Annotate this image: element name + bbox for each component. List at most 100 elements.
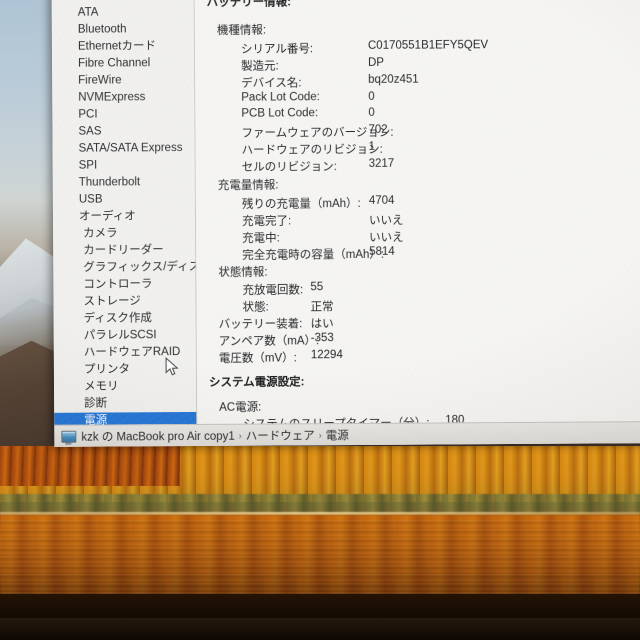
sidebar-item-storage[interactable]: ストレージ — [53, 293, 196, 311]
sidebar-item-label: ハードウェアRAID — [83, 346, 181, 359]
breadcrumb-level3[interactable]: 電源 — [326, 427, 349, 443]
sidebar-item-label: カメラ — [83, 227, 118, 240]
row-hardware-revision-label: ハードウェアのリビジョン: — [241, 143, 383, 157]
sidebar-item-diagnostics[interactable]: 診断 — [54, 395, 197, 413]
sidebar-item-disc-burning[interactable]: ディスク作成 — [54, 310, 197, 328]
row-remaining-charge-value: 4704 — [368, 194, 395, 207]
row-remaining-charge-label: 残りの充電量（mAh）: — [241, 197, 361, 211]
sidebar[interactable]: ▼ハードウェア ATA Bluetooth Ethernetカード Fibre … — [51, 0, 198, 425]
wallpaper-water-ripples — [0, 520, 640, 598]
ac-power-heading: AC電源: — [219, 401, 262, 414]
sidebar-item-hardware-raid[interactable]: ハードウェアRAID — [54, 344, 197, 362]
row-cycle-count-label: 充放電回数: — [242, 284, 304, 297]
breadcrumb[interactable]: kzk の MacBook pro Air copy1 › ハードウェア › 電… — [54, 421, 640, 447]
sidebar-item-nvmexpress[interactable]: NVMExpress — [52, 89, 195, 107]
row-charging-value: いいえ — [369, 231, 404, 244]
sidebar-item-label: SPI — [78, 159, 98, 172]
sidebar-item-sata[interactable]: SATA/SATA Express — [53, 140, 196, 158]
row-full-charge-capacity-value: 5814 — [369, 245, 395, 258]
disclosure-triangle-icon[interactable]: ▼ — [59, 0, 68, 4]
sidebar-item-label: USB — [78, 193, 103, 206]
row-voltage-label: 電圧数（mV）: — [218, 352, 297, 365]
sidebar-item-label: 診断 — [84, 397, 108, 410]
screen-bezel-glow — [0, 618, 640, 640]
sidebar-item-label: Fibre Channel — [78, 57, 151, 70]
row-serial-number-label: シリアル番号: — [240, 43, 314, 56]
breadcrumb-level2[interactable]: ハードウェア — [246, 427, 315, 443]
row-cell-revision-label: セルのリビジョン: — [241, 161, 337, 174]
sidebar-item-printer[interactable]: プリンタ — [54, 361, 197, 379]
row-condition-label: 状態: — [242, 301, 269, 314]
sidebar-item-memory[interactable]: メモリ — [54, 378, 197, 396]
row-battery-installed-value: はい — [310, 318, 334, 331]
sidebar-item-ethernet-card[interactable]: Ethernetカード — [52, 38, 195, 56]
sidebar-item-label: 電源 — [84, 414, 108, 425]
sidebar-item-firewire[interactable]: FireWire — [52, 72, 195, 90]
sidebar-item-label: ATA — [77, 6, 99, 19]
breadcrumb-root[interactable]: kzk の MacBook pro Air copy1 — [81, 428, 235, 445]
sidebar-item-label: Bluetooth — [77, 23, 127, 36]
sidebar-item-graphics-displays[interactable]: グラフィックス/ディス… — [53, 259, 197, 277]
row-amperage-value: -353 — [310, 332, 334, 345]
sidebar-item-label: オーディオ — [78, 210, 136, 223]
sidebar-item-label: SATA/SATA Express — [78, 142, 183, 155]
row-pack-lot-code-value: 0 — [368, 90, 375, 103]
status-information-heading: 状態情報: — [218, 266, 268, 279]
sidebar-item-usb[interactable]: USB — [53, 191, 196, 209]
row-cell-revision-value: 3217 — [368, 157, 395, 170]
system-power-settings-heading: システム電源設定: — [208, 376, 305, 389]
breadcrumb-separator-icon: › — [238, 430, 242, 441]
sidebar-item-parallel-scsi[interactable]: パラレルSCSI — [54, 327, 197, 345]
row-full-charge-capacity-label: 完全充電時の容量（mAh）: — [242, 248, 385, 262]
sidebar-item-label: ディスク作成 — [83, 312, 152, 325]
sidebar-item-ata[interactable]: ATA — [52, 4, 195, 22]
sidebar-item-label: FireWire — [78, 74, 122, 87]
row-pcb-lot-code-value: 0 — [368, 106, 375, 119]
sidebar-item-controller[interactable]: コントローラ — [53, 276, 196, 294]
charge-information-heading: 充電量情報: — [217, 179, 279, 192]
sidebar-item-power[interactable]: 電源 — [54, 411, 198, 425]
sidebar-item-fibre-channel[interactable]: Fibre Channel — [52, 55, 195, 73]
row-firmware-version-value: 702 — [368, 123, 388, 136]
sidebar-item-label: PCI — [78, 108, 98, 121]
sidebar-item-audio[interactable]: オーディオ — [53, 208, 196, 226]
row-device-name-value: bq20z451 — [368, 73, 419, 86]
content-pane: バッテリー情報: 機種情報: シリアル番号: C0170551B1EFY5QEV… — [194, 0, 640, 424]
sidebar-item-card-reader[interactable]: カードリーダー — [53, 242, 196, 260]
row-device-name-label: デバイス名: — [241, 77, 302, 90]
sidebar-item-bluetooth[interactable]: Bluetooth — [52, 21, 195, 39]
sidebar-group-label: ハードウェア — [68, 0, 137, 2]
sidebar-item-label: ストレージ — [83, 295, 141, 308]
row-hardware-revision-value: 1 — [368, 140, 376, 153]
sidebar-item-label: コントローラ — [83, 278, 153, 291]
sidebar-item-sas[interactable]: SAS — [52, 123, 195, 141]
photographed-screen: ▼ハードウェア ATA Bluetooth Ethernetカード Fibre … — [0, 0, 640, 640]
sidebar-item-label: Thunderbolt — [78, 176, 141, 189]
sidebar-item-label: メモリ — [83, 380, 119, 393]
sidebar-item-label: NVMExpress — [78, 91, 146, 104]
sidebar-item-label: Ethernetカード — [77, 40, 156, 53]
wallpaper-shrubs — [0, 494, 640, 514]
sidebar-item-pci[interactable]: PCI — [52, 106, 195, 124]
row-manufacturer-value: DP — [368, 56, 385, 69]
row-battery-installed-label: バッテリー装着: — [218, 318, 303, 331]
sidebar-item-spi[interactable]: SPI — [53, 157, 196, 175]
row-cycle-count-value: 55 — [310, 281, 324, 294]
breadcrumb-separator-icon: › — [318, 430, 322, 441]
computer-icon — [61, 430, 77, 443]
system-information-window[interactable]: ▼ハードウェア ATA Bluetooth Ethernetカード Fibre … — [51, 0, 640, 447]
model-information-heading: 機種情報: — [216, 24, 267, 37]
wallpaper-treeline-shadow — [0, 446, 180, 486]
sidebar-item-label: プリンタ — [83, 363, 130, 376]
row-condition-value: 正常 — [310, 301, 334, 314]
sidebar-item-label: カードリーダー — [83, 244, 164, 257]
row-serial-number-value: C0170551B1EFY5QEV — [367, 39, 489, 52]
row-charging-label: 充電中: — [242, 232, 280, 245]
sidebar-item-camera[interactable]: カメラ — [53, 225, 196, 243]
sidebar-item-label: パラレルSCSI — [83, 329, 157, 342]
row-manufacturer-label: 製造元: — [241, 60, 279, 73]
battery-information-heading: バッテリー情報: — [206, 0, 292, 9]
sidebar-item-thunderbolt[interactable]: Thunderbolt — [53, 174, 196, 192]
sidebar-item-label: SAS — [78, 125, 102, 138]
row-fully-charged-value: いいえ — [368, 214, 404, 227]
